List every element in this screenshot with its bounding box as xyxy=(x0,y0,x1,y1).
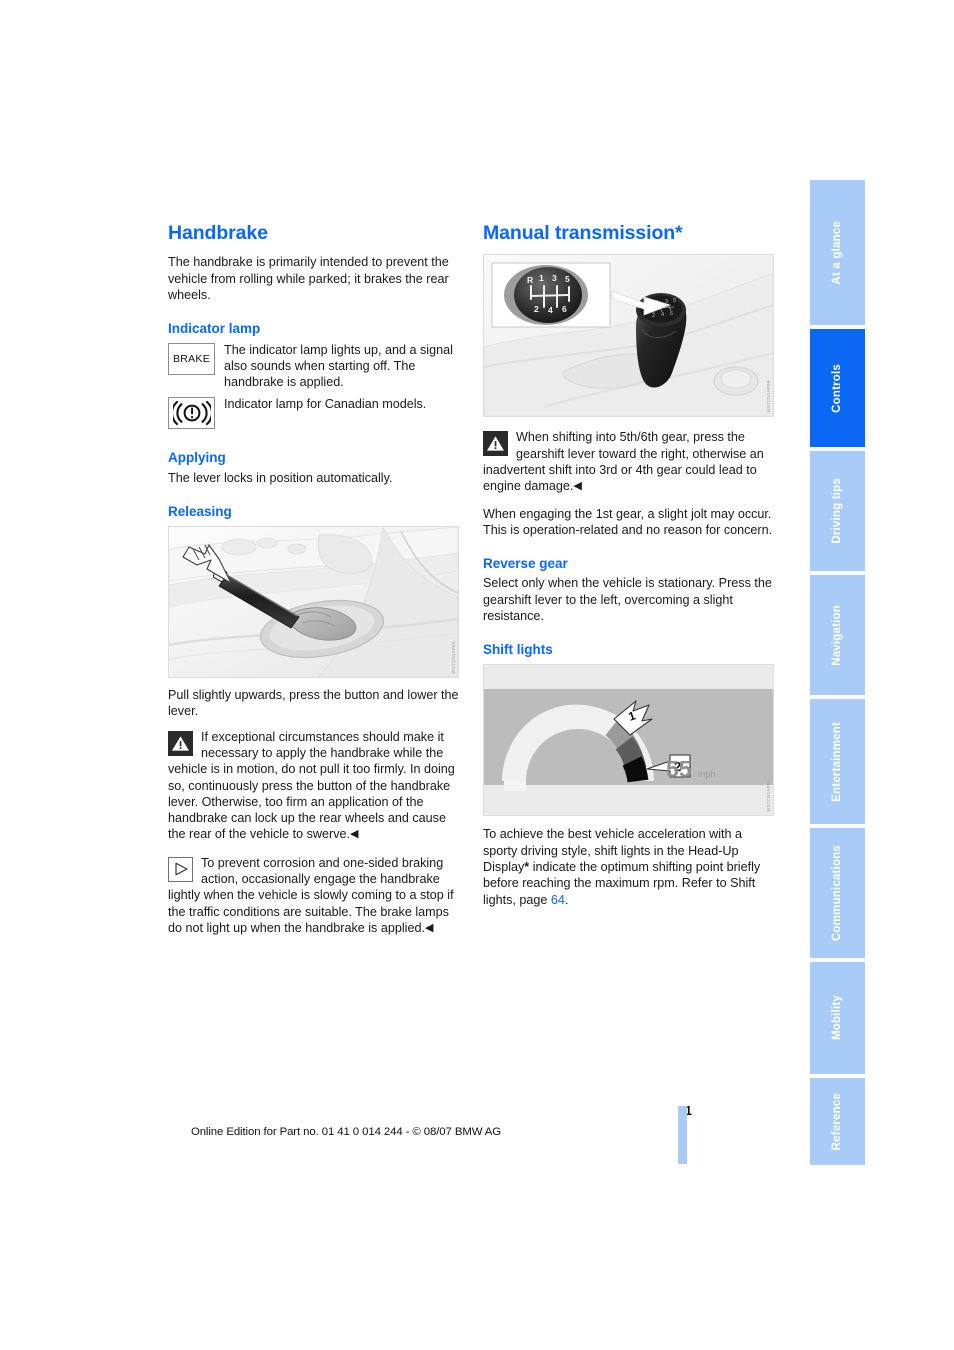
svg-text:2: 2 xyxy=(652,313,655,319)
tab-label: Entertainment xyxy=(830,721,843,802)
brake-indicator-icon: BRAKE xyxy=(168,342,215,375)
tip-note-handbrake: To prevent corrosion and one-sided braki… xyxy=(168,855,459,936)
tab-label: At a glance xyxy=(830,220,843,285)
page-number-bar xyxy=(678,1106,687,1164)
warning-note-text: If exceptional circumstances should make… xyxy=(168,729,455,842)
tab-label: Driving tips xyxy=(830,478,843,544)
tip-note-text: To prevent corrosion and one-sided braki… xyxy=(168,855,454,935)
sidebar-item-entertainment[interactable]: Entertainment xyxy=(810,699,865,824)
page-reference-link[interactable]: 64 xyxy=(551,893,565,907)
footer-edition-line: Online Edition for Part no. 01 41 0 014 … xyxy=(190,1126,502,1138)
svg-text:5: 5 xyxy=(673,298,676,304)
svg-text:R: R xyxy=(527,275,533,285)
page-title-handbrake: Handbrake xyxy=(168,222,268,244)
tab-label: Mobility xyxy=(830,995,843,1041)
indicator-lamp-row-brake: BRAKE The indicator lamp lights up, and … xyxy=(168,342,459,391)
sidebar-item-mobility[interactable]: Mobility xyxy=(810,962,865,1074)
warning-note-handbrake: If exceptional circumstances should make… xyxy=(168,729,459,843)
sidebar-item-controls[interactable]: Controls xyxy=(810,329,865,447)
indicator-lamp-row-canada: Indicator lamp for Canadian models. xyxy=(168,396,459,432)
warning-triangle-icon xyxy=(483,431,508,457)
svg-text:2: 2 xyxy=(534,304,539,314)
svg-text:4: 4 xyxy=(661,312,664,318)
svg-text:4: 4 xyxy=(548,305,553,315)
tab-label: Communications xyxy=(830,844,843,942)
releasing-caption: Pull slightly upwards, press the button … xyxy=(168,688,459,719)
shift-lights-text-end: . xyxy=(564,892,569,907)
figure-shift-lights: 1 2 55 mph WS7CN1AP0C xyxy=(483,664,774,817)
reverse-gear-text: Select only when the vehicle is stationa… xyxy=(483,576,772,623)
figure-credit: WS7CN1AP0C xyxy=(766,778,771,812)
note-end-mark: ◀ xyxy=(424,921,434,934)
sidebar-item-navigation[interactable]: Navigation xyxy=(810,575,865,695)
warning-note-transmission: When shifting into 5th/6th gear, press t… xyxy=(483,429,774,494)
warning-note-text: When shifting into 5th/6th gear, press t… xyxy=(483,430,764,494)
heading-indicator-lamp: Indicator lamp xyxy=(168,321,261,337)
svg-text:mph: mph xyxy=(698,769,716,779)
applying-text: The lever locks in position automaticall… xyxy=(168,470,393,485)
indicator-lamp-brake-text: The indicator lamp lights up, and a sign… xyxy=(224,342,453,390)
indicator-lamp-canada-text: Indicator lamp for Canadian models. xyxy=(224,397,427,412)
figure-gearshift-lever: R135 246 R135 246 xyxy=(483,254,774,418)
heading-applying: Applying xyxy=(168,450,226,466)
manual-page: At a glance Controls Driving tips Naviga… xyxy=(0,0,954,1350)
figure-credit: WS7CN1AP0A xyxy=(451,640,456,674)
sidebar-item-driving-tips[interactable]: Driving tips xyxy=(810,451,865,571)
first-gear-jolt-text: When engaging the 1st gear, a slight jol… xyxy=(483,506,773,537)
brake-icon-label: BRAKE xyxy=(172,352,211,365)
figure-handbrake-lever: WS7CN1AP0A xyxy=(168,526,459,679)
heading-shift-lights: Shift lights xyxy=(483,642,553,658)
right-column: Manual transmission* 3 5 2 4 6 R 1 3 5 2… xyxy=(483,222,774,917)
left-column: Handbrake The handbrake is primarily int… xyxy=(168,222,459,945)
sidebar-item-reference[interactable]: Reference xyxy=(810,1078,865,1165)
page-title-manual-transmission: Manual transmission* xyxy=(483,222,683,244)
sidebar-item-communications[interactable]: Communications xyxy=(810,828,865,958)
heading-releasing: Releasing xyxy=(168,503,232,519)
note-triangle-icon xyxy=(168,856,193,882)
svg-text:55: 55 xyxy=(666,756,692,782)
section-tab-rail: At a glance Controls Driving tips Naviga… xyxy=(810,180,865,1165)
note-end-mark: ◀ xyxy=(350,828,359,841)
canadian-brake-indicator-icon xyxy=(168,397,215,430)
shift-lights-text: To achieve the best vehicle acceleration… xyxy=(483,826,774,907)
svg-text:6: 6 xyxy=(562,304,567,314)
handbrake-intro-text: The handbrake is primarily intended to p… xyxy=(168,255,449,303)
warning-triangle-icon xyxy=(168,730,193,756)
svg-text:5: 5 xyxy=(565,274,570,284)
tab-label: Navigation xyxy=(830,604,843,666)
tab-label: Reference xyxy=(830,1092,843,1151)
svg-text:3: 3 xyxy=(552,273,557,283)
heading-reverse-gear: Reverse gear xyxy=(483,556,568,572)
sidebar-item-at-a-glance[interactable]: At a glance xyxy=(810,180,865,325)
svg-text:1: 1 xyxy=(539,273,544,283)
page-number: 61 xyxy=(0,1104,692,1118)
svg-text:6: 6 xyxy=(670,311,673,317)
tab-label: Controls xyxy=(830,363,843,413)
figure-credit: WS7CN1AP0B xyxy=(766,379,771,413)
note-end-mark: ◀ xyxy=(573,480,582,493)
